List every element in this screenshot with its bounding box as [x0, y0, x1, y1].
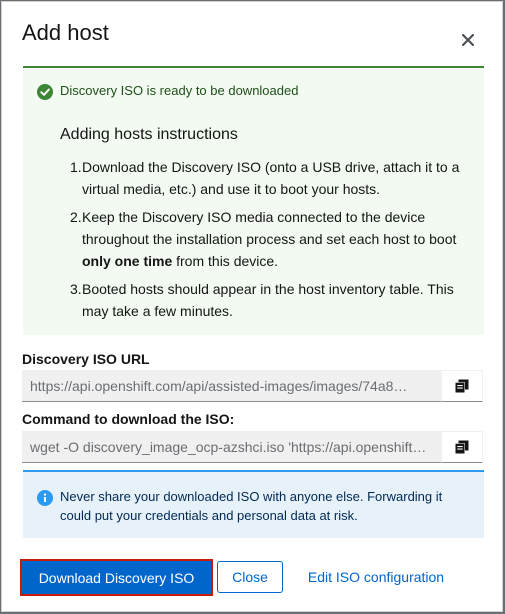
check-circle-icon [37, 84, 53, 100]
iso-url-input[interactable]: https://api.openshift.com/api/assisted-i… [22, 370, 441, 402]
iso-command-input[interactable]: wget -O discovery_image_ocp-azshci.iso '… [22, 431, 441, 463]
instruction-step: 1. Download the Discovery ISO (onto a US… [70, 159, 460, 197]
info-circle-icon [37, 490, 53, 506]
copy-url-button[interactable] [441, 370, 483, 402]
iso-command-label: Command to download the ISO: [22, 411, 235, 427]
close-modal-button[interactable]: Close [217, 561, 283, 593]
instructions-list: 1. Download the Discovery ISO (onto a US… [60, 156, 470, 328]
close-button[interactable] [457, 29, 479, 51]
info-alert: Never share your downloaded ISO with any… [23, 470, 484, 538]
success-alert-title: Discovery ISO is ready to be downloaded [60, 83, 299, 98]
edit-iso-configuration-link[interactable]: Edit ISO configuration [296, 561, 456, 593]
modal-title: Add host [22, 20, 109, 45]
instruction-step: 2. Keep the Discovery ISO media connecte… [70, 209, 457, 269]
iso-url-label: Discovery ISO URL [22, 351, 150, 367]
add-host-modal: Add host Discovery ISO is ready to be do… [1, 1, 503, 612]
info-alert-text: Never share your downloaded ISO with any… [60, 489, 443, 523]
copy-icon [455, 440, 469, 454]
iso-url-field: https://api.openshift.com/api/assisted-i… [22, 370, 483, 402]
copy-icon [455, 379, 469, 393]
close-icon [462, 34, 474, 46]
instruction-step: 3. Booted hosts should appear in the hos… [70, 281, 454, 319]
success-alert: Discovery ISO is ready to be downloaded … [23, 66, 484, 335]
instructions-title: Adding hosts instructions [60, 126, 238, 143]
copy-command-button[interactable] [441, 431, 483, 463]
download-iso-button[interactable]: Download Discovery ISO [20, 559, 213, 596]
iso-command-field: wget -O discovery_image_ocp-azshci.iso '… [22, 431, 483, 463]
